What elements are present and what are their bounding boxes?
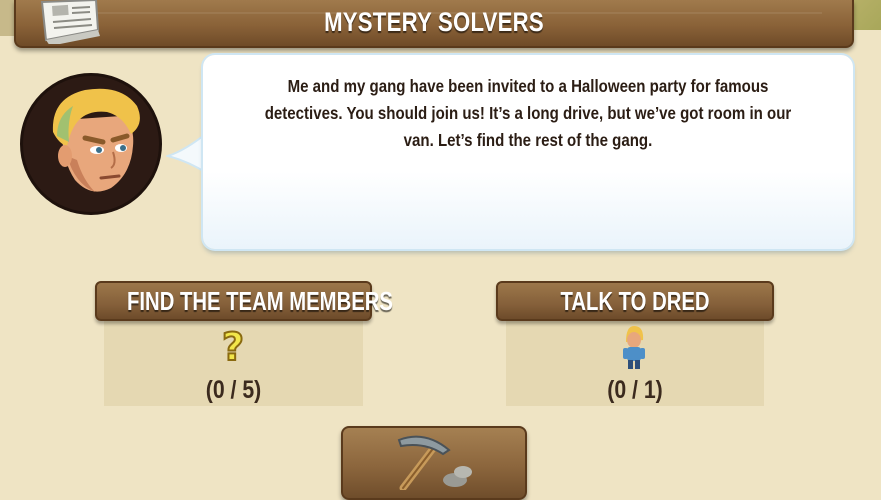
dialog-bubble: Me and my gang have been invited to a Ha… [203, 55, 853, 249]
dred-character-icon [623, 326, 645, 369]
title-banner: MYSTERY SOLVERS [14, 0, 854, 48]
task-title: TALK TO DRED [560, 286, 710, 316]
task-progress: (0 / 5) [205, 376, 262, 404]
question-mark-icon: ? [221, 326, 245, 366]
fred-portrait-icon [52, 88, 140, 192]
window-title: MYSTERY SOLVERS [324, 7, 544, 37]
svg-text:?: ? [222, 326, 244, 366]
task-progress: (0 / 1) [607, 376, 663, 404]
dialog-message: Me and my gang have been invited to a Ha… [264, 76, 792, 150]
speaker-portrait [20, 73, 162, 215]
task-label-talk-to-dred: TALK TO DRED [496, 281, 774, 321]
pickaxe-icon [397, 435, 472, 490]
task-label-find-team: FIND THE TEAM MEMBERS [95, 281, 393, 321]
newspaper-icon [40, 0, 100, 44]
task-title: FIND THE TEAM MEMBERS [127, 286, 393, 316]
speech-bubble-tail [166, 130, 208, 176]
mine-action-button[interactable] [341, 426, 527, 500]
